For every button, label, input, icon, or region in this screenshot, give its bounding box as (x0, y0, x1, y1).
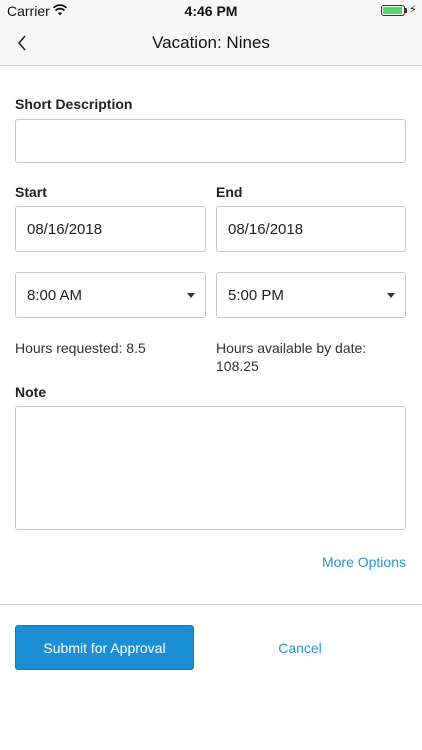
dropdown-arrow-icon (187, 293, 195, 298)
cancel-button[interactable]: Cancel (240, 625, 360, 670)
submit-for-approval-button[interactable]: Submit for Approval (15, 625, 194, 670)
short-description-label: Short Description (15, 96, 133, 112)
charging-bolt-icon: ⚡ (409, 4, 417, 16)
battery-level (383, 7, 402, 14)
note-label: Note (15, 384, 47, 400)
start-label: Start (15, 184, 47, 200)
status-bar: Carrier 4:46 PM ⚡ (0, 0, 422, 22)
start-date-value: 08/16/2018 (27, 220, 103, 238)
clock: 4:46 PM (184, 3, 238, 19)
hours-available-value: 108.25 (216, 358, 259, 374)
more-options-link[interactable]: More Options (322, 554, 406, 570)
end-time-select[interactable]: 5:00 PM (216, 272, 406, 318)
end-date-input[interactable]: 08/16/2018 (216, 206, 406, 252)
start-time-select[interactable]: 8:00 AM (15, 272, 206, 318)
nav-bar: Vacation: Nines (0, 22, 422, 66)
end-date-value: 08/16/2018 (228, 220, 304, 238)
end-label: End (216, 184, 243, 200)
hours-requested-text: Hours requested: 8.5 (15, 340, 146, 356)
page-title: Vacation: Nines (152, 33, 270, 52)
dropdown-arrow-icon (387, 293, 395, 298)
hours-available-label: Hours available by date: (216, 340, 367, 356)
short-description-input[interactable] (15, 119, 406, 163)
battery-cap (405, 8, 407, 13)
end-time-value: 5:00 PM (228, 286, 284, 304)
battery-icon (381, 5, 405, 16)
note-textarea[interactable] (15, 406, 406, 530)
start-date-input[interactable]: 08/16/2018 (15, 206, 206, 252)
start-time-value: 8:00 AM (27, 286, 83, 304)
divider (0, 604, 422, 605)
